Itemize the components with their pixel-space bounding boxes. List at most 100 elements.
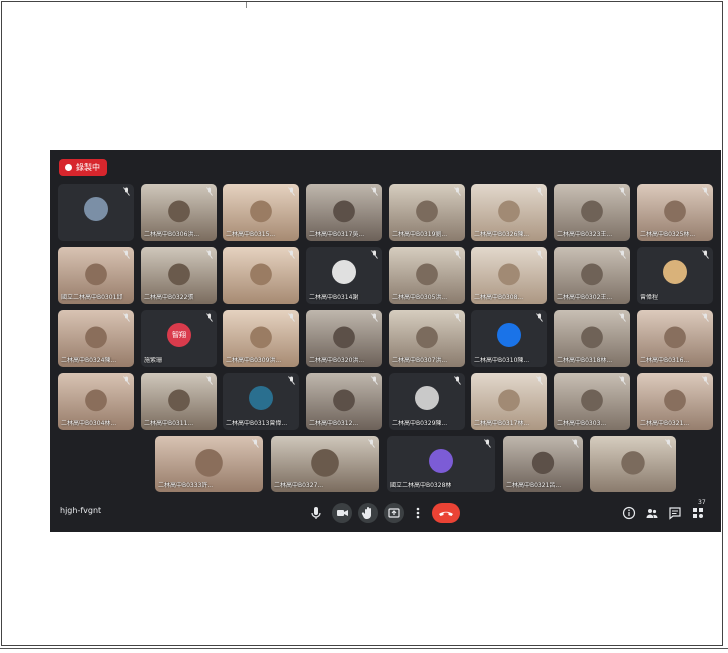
people-icon[interactable] [645,506,659,523]
participant-name: 二林高中B0316... [640,357,690,364]
participant-name: 二林高中B0305洪... [392,294,448,301]
avatar [429,448,453,473]
participant-tile[interactable]: 二林高中B0326陳... [471,184,547,241]
more-options-icon[interactable] [408,503,428,523]
frame-tick [246,2,247,8]
participant-tile[interactable] [58,184,134,241]
mic-muted-icon [619,187,626,196]
mic-muted-icon [572,439,579,448]
participant-tile[interactable]: 二林高中B0314謝 [306,247,382,304]
participant-name: 二林高中B0321... [640,420,690,427]
participant-tile[interactable]: 智翔 施紫珊 [141,310,217,367]
participant-name: 二林高中B0329陳... [392,420,448,427]
participant-tile[interactable]: 國立二林高中B0328林 [387,436,495,492]
participant-tile[interactable]: 二林高中B0318林... [554,310,630,367]
participant-name: 二林高中B0317林... [474,420,530,427]
mic-muted-icon [484,439,491,448]
participant-tile[interactable]: 二林高中B0311... [141,373,217,430]
activities-icon[interactable] [691,506,705,523]
participant-name: 二林高中B0326陳... [474,231,530,238]
participant-tile[interactable]: 二林高中B0306洪... [141,184,217,241]
participant-tile[interactable]: 二林高中B0329陳... [389,373,465,430]
participant-name: 二林高中B0320洪... [309,357,365,364]
meet-screenshot: 錄製中 二林高中B0306洪... 二林高中B0315... 二林高中B0317吳.… [50,150,721,532]
chat-icon[interactable] [668,506,682,523]
participant-tile[interactable]: 二林高中B0321呂... [503,436,583,492]
participant-tile[interactable]: 二林高中B0319劉... [389,184,465,241]
participant-tile[interactable]: 二林高中B0316... [637,310,713,367]
participant-name: 二林高中B0322張 [144,294,194,301]
raise-hand-icon[interactable] [358,503,378,523]
participant-name: 二林高中B0323王... [557,231,613,238]
participant-tile[interactable]: 二林高中B0323王... [554,184,630,241]
participant-tile[interactable]: 二林高中B0308... [471,247,547,304]
mic-muted-icon [288,250,295,259]
participant-tile[interactable]: 二林高中B0315... [223,184,299,241]
mic-muted-icon [454,187,461,196]
participant-tile[interactable]: 二林高中B0302王... [554,247,630,304]
mic-muted-icon [371,250,378,259]
participant-name: 國立二林高中B0328林 [390,482,452,489]
mic-muted-icon [123,250,130,259]
participant-count-badge: 37 [698,499,706,506]
frame-bottom-line [0,648,728,649]
participant-tile[interactable]: 二林高中B0307洪... [389,310,465,367]
mic-muted-icon [371,187,378,196]
mic-muted-icon [454,376,461,385]
participant-name: 二林高中B0313曾偉... [226,420,288,427]
participant-tile[interactable]: 二林高中B0304林... [58,373,134,430]
meeting-code: hjgh-fvgnt [60,506,102,515]
mic-muted-icon [206,376,213,385]
participant-name: 二林高中B0324陳... [61,357,117,364]
mic-muted-icon [619,250,626,259]
participant-tile[interactable]: 二林高中B0317林... [471,373,547,430]
participant-name: 二林高中B0314謝 [309,294,359,301]
participant-tile[interactable]: 二林高中B0313曾偉... [223,373,299,430]
participant-tile[interactable]: 二林高中B0333許... [155,436,263,492]
participant-tile[interactable]: 曾偉程 [637,247,713,304]
participant-name: 二林高中B0311... [144,420,194,427]
mic-icon[interactable] [306,503,326,523]
camera-icon[interactable] [332,503,352,523]
avatar [332,260,356,285]
participant-tile[interactable] [223,247,299,304]
participant-tile[interactable]: 二林高中B0303... [554,373,630,430]
participant-tile[interactable]: 二林高中B0312... [306,373,382,430]
participant-name: 二林高中B0310陳... [474,357,530,364]
participant-name: 二林高中B0321呂... [506,482,562,489]
participant-tile[interactable]: 二林高中B0325林... [637,184,713,241]
participant-tile[interactable]: 二林高中B0322張 [141,247,217,304]
present-icon[interactable] [384,503,404,523]
avatar [497,323,521,348]
mic-muted-icon [123,313,130,322]
participant-name: 二林高中B0308... [474,294,524,301]
recording-dot-icon [65,164,72,171]
participant-tile[interactable]: 二林高中B0321... [637,373,713,430]
participant-name: 二林高中B0325林... [640,231,696,238]
participant-tile[interactable]: 二林高中B0327... [271,436,379,492]
info-icon[interactable] [622,506,636,523]
mic-muted-icon [206,313,213,322]
participant-tile[interactable]: 國立二林高中B0301邱 [58,247,134,304]
mic-muted-icon [206,250,213,259]
participant-name: 二林高中B0333許... [158,482,214,489]
participant-tile[interactable]: 二林高中B0317吳... [306,184,382,241]
participant-tile[interactable] [590,436,676,492]
participant-name: 二林高中B0309洪... [226,357,282,364]
mic-muted-icon [206,187,213,196]
participant-tile[interactable]: 二林高中B0310陳... [471,310,547,367]
mic-muted-icon [702,187,709,196]
mic-muted-icon [123,187,130,196]
participant-name: 二林高中B0303... [557,420,607,427]
mic-muted-icon [371,376,378,385]
end-call-icon[interactable] [432,503,460,523]
mic-muted-icon [288,376,295,385]
participant-tile[interactable]: 二林高中B0320洪... [306,310,382,367]
participant-tile[interactable]: 二林高中B0324陳... [58,310,134,367]
video-feed [590,436,676,492]
participant-name: 施紫珊 [144,357,163,364]
participant-name: 二林高中B0302王... [557,294,613,301]
participant-tile[interactable]: 二林高中B0309洪... [223,310,299,367]
participant-tile[interactable]: 二林高中B0305洪... [389,247,465,304]
recording-label: 錄製中 [76,163,100,172]
